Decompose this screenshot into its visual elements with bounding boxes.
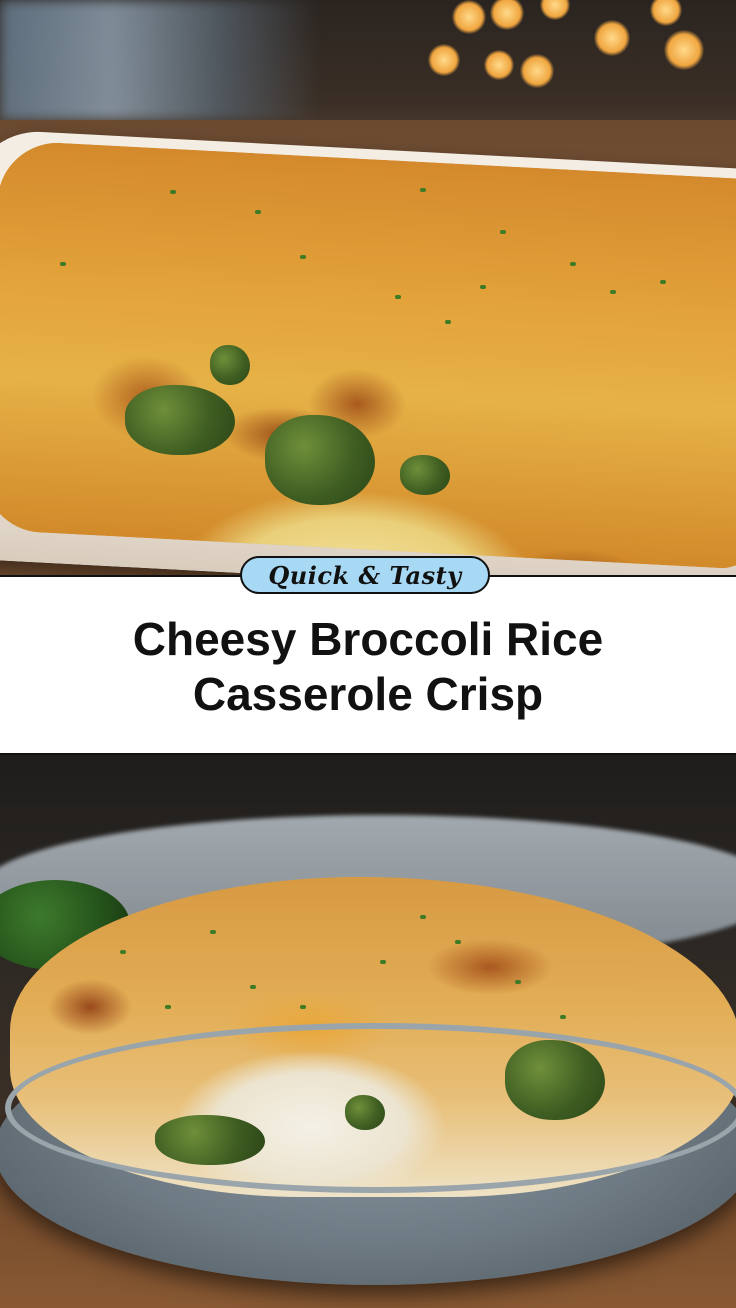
- recipe-title-line-2: Casserole Crisp: [192, 668, 544, 720]
- recipe-title-line-1: Cheesy Broccoli Rice: [132, 613, 604, 665]
- bokeh-light: [520, 54, 554, 88]
- broccoli-floret: [505, 1040, 605, 1120]
- bokeh-light: [650, 0, 682, 26]
- recipe-title: Cheesy Broccoli Rice Casserole Crisp: [0, 612, 736, 722]
- broccoli-floret: [155, 1115, 265, 1165]
- bokeh-light: [484, 50, 514, 80]
- bokeh-light: [594, 20, 630, 56]
- casserole-top-crust: [0, 139, 736, 571]
- broccoli-floret: [400, 455, 450, 495]
- bokeh-light: [490, 0, 524, 30]
- bokeh-light: [540, 0, 570, 20]
- recipe-pin: Quick & Tasty Cheesy Broccoli Rice Casse…: [0, 0, 736, 1308]
- top-casserole-photo: [0, 0, 736, 575]
- bottom-casserole-photo: [0, 755, 736, 1308]
- bokeh-light: [452, 0, 486, 34]
- bokeh-light: [664, 30, 704, 70]
- bokeh-light: [428, 44, 460, 76]
- broccoli-floret: [125, 385, 235, 455]
- broccoli-floret: [265, 415, 375, 505]
- background-window: [0, 0, 320, 120]
- quick-tasty-badge: Quick & Tasty: [240, 556, 490, 594]
- broccoli-floret: [345, 1095, 385, 1130]
- broccoli-floret: [210, 345, 250, 385]
